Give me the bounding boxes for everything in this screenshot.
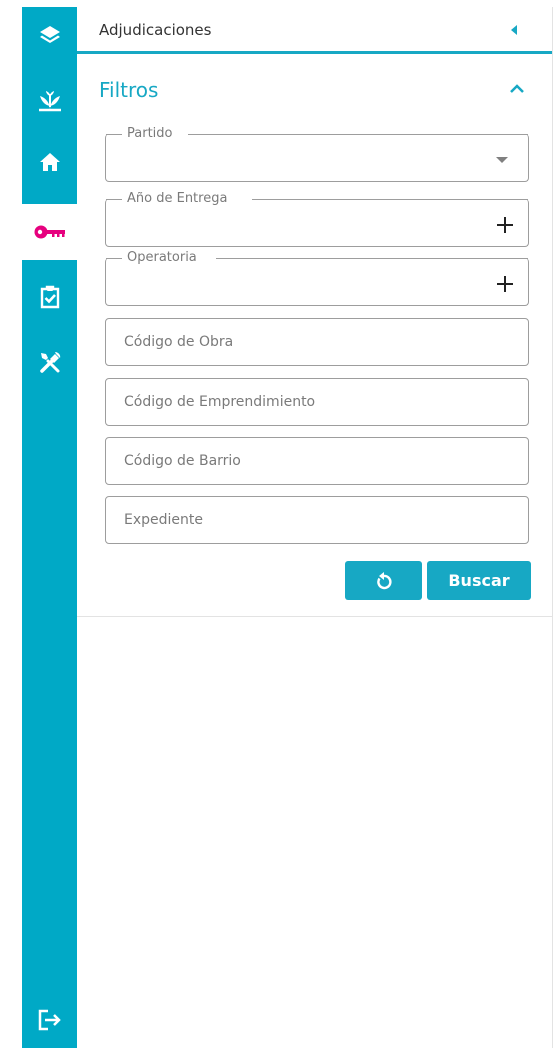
key-icon (34, 225, 65, 239)
tools-icon (39, 352, 60, 373)
layers-icon (39, 26, 60, 43)
filters-section-toggle[interactable]: Filtros (77, 73, 552, 109)
operatoria-field[interactable]: Operatoria (105, 249, 529, 306)
home-icon (39, 153, 60, 171)
sidebar-item-key[interactable] (22, 204, 77, 260)
search-button[interactable]: Buscar (427, 561, 531, 600)
section-divider (77, 616, 552, 617)
codigo-obra-input[interactable] (106, 319, 528, 365)
codigo-barrio-input[interactable] (106, 438, 528, 484)
expediente-input[interactable] (106, 497, 528, 543)
sidebar-item-sprout[interactable] (22, 73, 77, 129)
field-outline (252, 199, 528, 200)
codigo-emprendimiento-field (105, 378, 529, 426)
anio-entrega-label: Año de Entrega (123, 190, 232, 208)
field-outline (106, 134, 122, 135)
sidebar-item-clipboard[interactable] (22, 269, 77, 325)
collapse-panel-icon[interactable] (506, 22, 522, 38)
expediente-field (105, 496, 529, 544)
sidebar-item-home[interactable] (22, 134, 77, 190)
field-outline (106, 258, 122, 259)
reset-icon (376, 571, 392, 589)
codigo-obra-field (105, 318, 529, 366)
field-outline (188, 134, 528, 135)
sidebar (22, 7, 77, 1048)
codigo-barrio-field (105, 437, 529, 485)
partido-label: Partido (123, 125, 177, 143)
page-title: Adjudicaciones (99, 21, 212, 39)
window-margin (0, 0, 22, 1048)
add-operatoria-icon[interactable] (496, 275, 514, 293)
caret-down-icon (496, 157, 508, 163)
logout-icon (38, 1009, 61, 1031)
filters-title: Filtros (99, 78, 159, 102)
sidebar-item-tools[interactable] (22, 334, 77, 390)
search-button-label: Buscar (448, 571, 510, 590)
sidebar-item-layers[interactable] (22, 7, 77, 63)
partido-select[interactable]: Partido (105, 125, 529, 182)
filter-panel: Adjudicaciones Filtros Partido Año de En… (77, 7, 553, 1048)
logout-button[interactable] (22, 992, 77, 1048)
field-outline (216, 258, 528, 259)
reset-button[interactable] (345, 561, 422, 600)
field-outline (106, 199, 122, 200)
clipboard-check-icon (40, 285, 59, 309)
codigo-emprendimiento-input[interactable] (106, 379, 528, 425)
panel-header: Adjudicaciones (77, 7, 552, 54)
add-anio-entrega-icon[interactable] (496, 216, 514, 234)
sprout-icon (38, 91, 61, 112)
anio-entrega-field[interactable]: Año de Entrega (105, 190, 529, 247)
chevron-up-icon (510, 84, 524, 93)
operatoria-label: Operatoria (123, 249, 201, 267)
